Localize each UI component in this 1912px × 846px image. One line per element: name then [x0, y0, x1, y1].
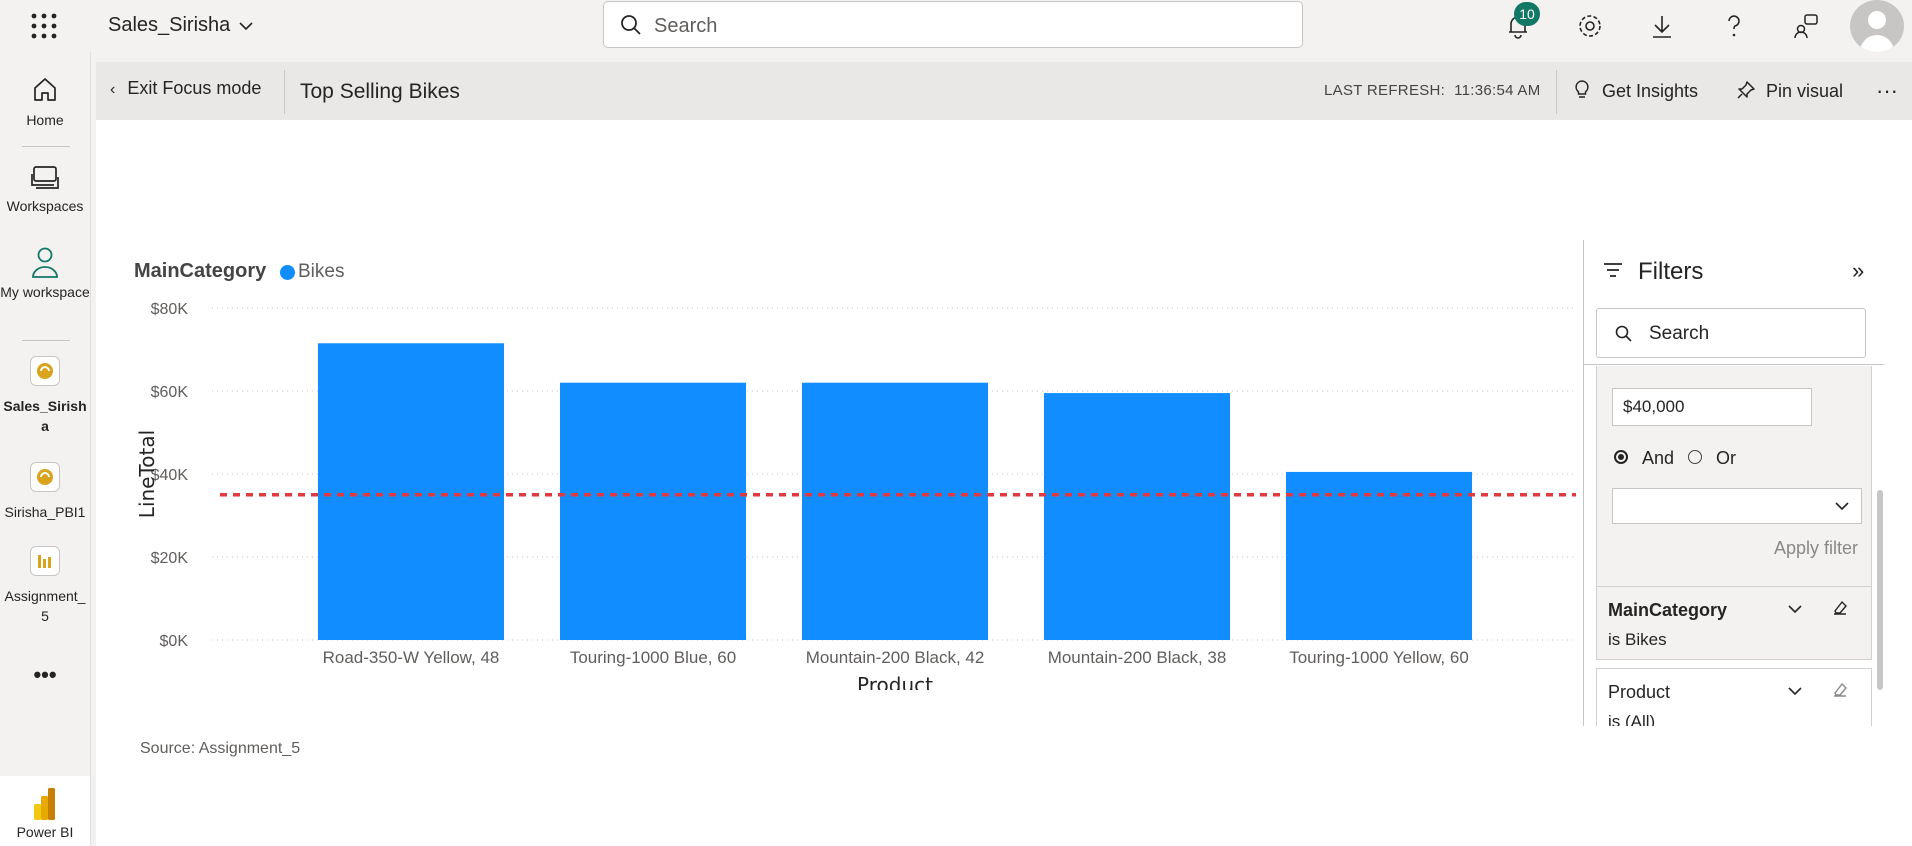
- nav-workspaces[interactable]: Workspaces: [0, 164, 90, 214]
- nav-report-assignment-5-label: Assignment_ 5: [4, 588, 86, 624]
- or-radio[interactable]: [1688, 450, 1702, 464]
- eraser-icon[interactable]: [1832, 682, 1848, 698]
- power-bi-app[interactable]: Power BI: [0, 776, 90, 846]
- x-tick-label: Mountain-200 Black, 42: [806, 648, 985, 667]
- person-icon: [32, 247, 58, 278]
- exit-focus-mode-label: Exit Focus mode: [127, 78, 262, 98]
- last-refresh-time: 11:36:54 AM: [1454, 82, 1541, 99]
- and-label: And: [1642, 448, 1675, 468]
- search-icon: [621, 15, 641, 35]
- feedback-people-icon[interactable]: [1792, 12, 1820, 40]
- help-question-icon[interactable]: [1720, 12, 1748, 40]
- lightbulb-icon: [1575, 80, 1589, 98]
- x-tick-label: Road-350-W Yellow, 48: [323, 648, 500, 667]
- y-axis-title: LineTotal: [135, 430, 159, 518]
- get-insights-label: Get Insights: [1602, 81, 1699, 101]
- chevron-down-icon[interactable]: [1788, 604, 1802, 614]
- nav-divider: [22, 146, 70, 147]
- app-launcher-icon[interactable]: [30, 12, 58, 40]
- chevron-down-icon: [1835, 502, 1849, 511]
- collapse-filters-icon[interactable]: »: [1852, 258, 1864, 284]
- chevron-down-icon[interactable]: [1788, 686, 1802, 696]
- filters-divider: [1584, 364, 1884, 365]
- nav-divider: [22, 340, 70, 341]
- nav-my-workspace[interactable]: My workspace: [0, 246, 90, 302]
- nav-workspace-sirisha-pbi1-label: Sirisha_PBI1: [4, 504, 86, 520]
- report-icon: [30, 546, 60, 576]
- nav-home-label: Home: [26, 112, 64, 128]
- y-tick-label: $80K: [151, 301, 189, 318]
- bar-chart: $0K$20K$40K$60K$80KRoad-350-W Yellow, 48…: [135, 301, 1576, 690]
- filters-pane-bottom: [1584, 726, 1884, 846]
- bar[interactable]: [1286, 471, 1472, 640]
- eraser-icon[interactable]: [1832, 600, 1848, 616]
- source-note: Source: Assignment_5: [140, 740, 301, 757]
- x-tick-label: Touring-1000 Blue, 60: [570, 648, 736, 667]
- bar[interactable]: [802, 382, 988, 640]
- workspace-tile-icon: [30, 462, 60, 492]
- filter-card-name: Product: [1608, 682, 1671, 702]
- nav-home[interactable]: Home: [0, 74, 90, 128]
- bar[interactable]: [318, 343, 504, 640]
- nav-my-workspace-label: My workspace: [0, 284, 90, 300]
- search-placeholder: Search: [654, 15, 718, 37]
- download-icon[interactable]: [1648, 12, 1676, 40]
- and-radio[interactable]: [1614, 450, 1628, 464]
- home-icon: [34, 78, 56, 101]
- filters-scrollbar-thumb[interactable]: [1877, 490, 1883, 690]
- x-axis-title: Product: [857, 673, 933, 690]
- condition-dropdown[interactable]: [1612, 488, 1862, 524]
- or-label: Or: [1716, 448, 1736, 468]
- filters-search-placeholder: Search: [1649, 323, 1710, 344]
- nav-workspace-sirisha-pbi1[interactable]: Sirisha_PBI1: [0, 462, 90, 520]
- person-silhouette-icon: [1860, 11, 1894, 52]
- global-search-input[interactable]: Search: [603, 1, 1303, 48]
- search-icon: [1615, 325, 1632, 342]
- header-divider: [1556, 70, 1557, 114]
- more-options-button[interactable]: ···: [1876, 78, 1898, 104]
- filters-title: Filters: [1638, 258, 1704, 285]
- exit-focus-mode-button[interactable]: ‹ Exit Focus mode: [110, 78, 261, 99]
- filter-card-name: MainCategory: [1608, 600, 1728, 620]
- settings-gear-icon[interactable]: [1576, 12, 1604, 40]
- bar[interactable]: [1044, 393, 1230, 640]
- pin-visual-button[interactable]: Pin visual: [1736, 80, 1843, 102]
- filters-search-input[interactable]: Search: [1596, 308, 1866, 358]
- y-tick-label: $0K: [160, 633, 189, 650]
- x-tick-label: Touring-1000 Yellow, 60: [1289, 648, 1469, 667]
- workspace-tile-icon: [30, 356, 60, 386]
- nav-more-button[interactable]: •••: [0, 662, 90, 688]
- nav-report-assignment-5[interactable]: Assignment_ 5: [0, 546, 90, 626]
- power-bi-logo-icon: [34, 788, 55, 820]
- power-bi-label: Power BI: [16, 824, 74, 840]
- visual-title: Top Selling Bikes: [300, 80, 460, 103]
- filter-card-value: is Bikes: [1608, 630, 1667, 649]
- user-avatar[interactable]: [1850, 0, 1904, 52]
- filter-icon: [1604, 263, 1622, 277]
- last-refresh-info: LAST REFRESH: 11:36:54 AM: [1324, 82, 1541, 99]
- chevron-down-icon[interactable]: [238, 18, 254, 34]
- apply-filter-button[interactable]: Apply filter: [1774, 538, 1858, 559]
- y-tick-label: $60K: [151, 384, 189, 401]
- filter-amount-input[interactable]: $40,000: [1612, 388, 1812, 426]
- nav-workspaces-label: Workspaces: [6, 198, 84, 214]
- bar[interactable]: [560, 382, 746, 640]
- chevron-left-icon: ‹: [110, 81, 116, 98]
- workspaces-icon: [31, 166, 59, 189]
- pin-icon: [1737, 81, 1755, 99]
- x-tick-label: Mountain-200 Black, 38: [1048, 648, 1227, 667]
- nav-workspace-sales-sirisha[interactable]: Sales_Sirish a: [0, 356, 90, 436]
- pin-visual-label: Pin visual: [1766, 81, 1844, 101]
- get-insights-button[interactable]: Get Insights: [1574, 80, 1698, 102]
- notification-count-badge: 10: [1514, 2, 1540, 26]
- workspace-title[interactable]: Sales_Sirisha: [108, 14, 230, 37]
- last-refresh-label: LAST REFRESH:: [1324, 82, 1446, 99]
- header-divider: [284, 70, 285, 114]
- y-tick-label: $20K: [151, 550, 189, 567]
- nav-workspace-sales-sirisha-label: Sales_Sirish a: [3, 398, 87, 434]
